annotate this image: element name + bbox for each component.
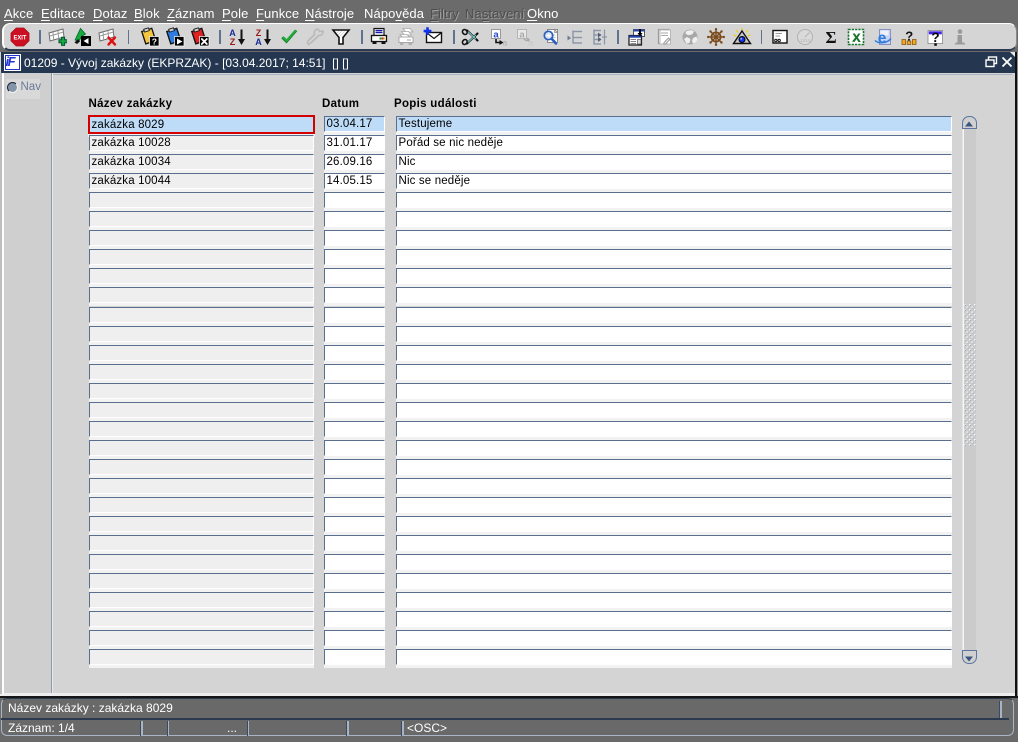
svg-text:A: A <box>255 37 262 47</box>
svg-text:1314: 1314 <box>800 38 811 43</box>
svg-text:Z: Z <box>229 37 235 47</box>
svg-text:?: ? <box>905 28 913 43</box>
svg-text:Σ: Σ <box>825 28 836 47</box>
svg-text:?: ? <box>151 36 156 46</box>
svg-text:EXIT: EXIT <box>14 34 27 41</box>
svg-text:a: a <box>493 29 499 40</box>
svg-text:e: e <box>878 30 887 47</box>
svg-text:?: ? <box>931 30 939 45</box>
svg-text:a: a <box>502 38 507 47</box>
svg-text:a: a <box>529 38 534 47</box>
